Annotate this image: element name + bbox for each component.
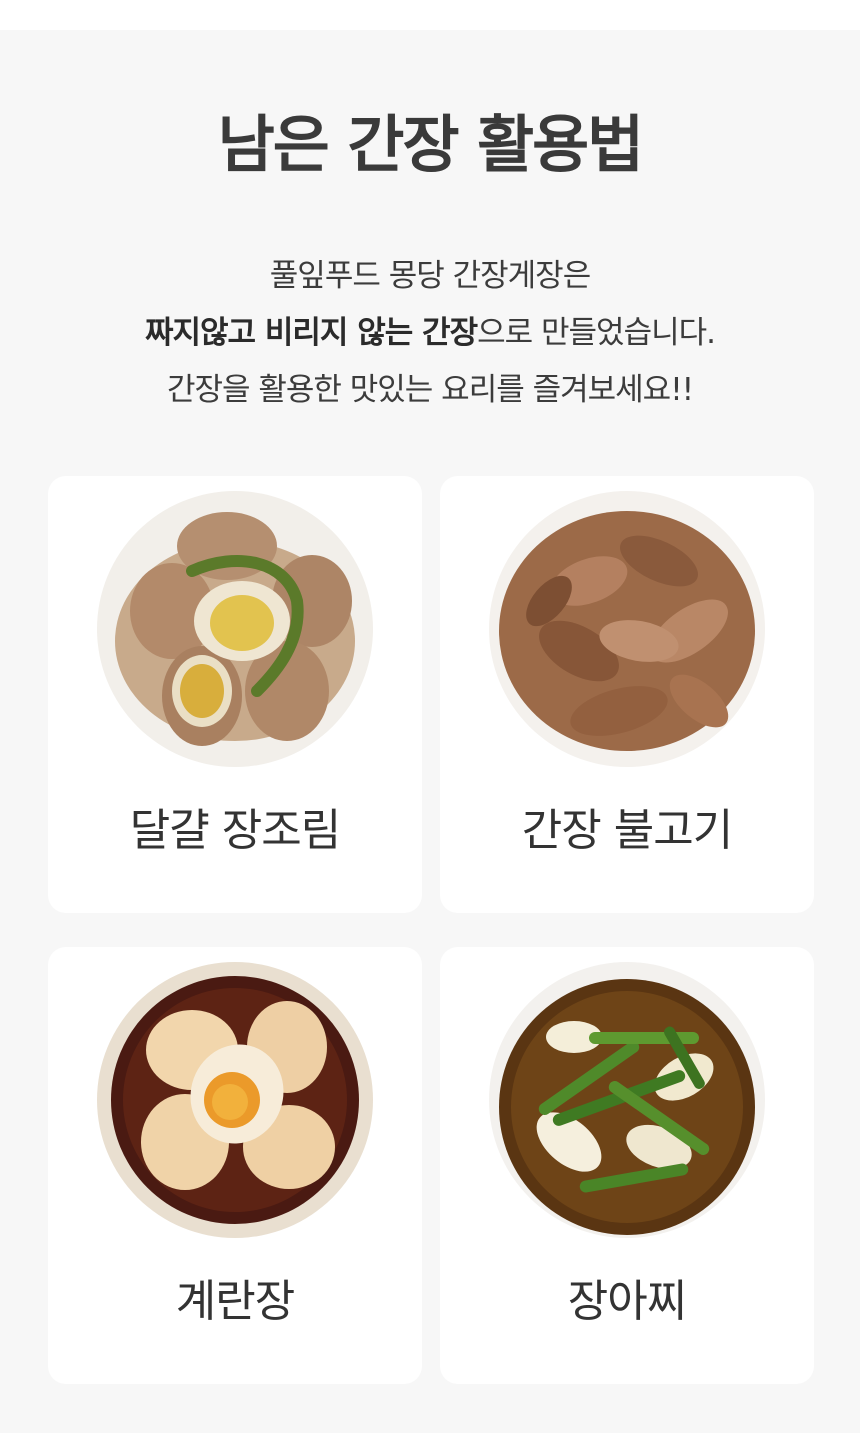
recipe-card-braised-eggs: 달걀 장조림 (48, 476, 422, 913)
intro-line-2: 짜지않고 비리지 않는 간장으로 만들었습니다. (0, 305, 860, 362)
soy-marinated-eggs-photo (97, 962, 373, 1238)
recipe-label: 계란장 (175, 1276, 295, 1327)
recipe-label: 장아찌 (567, 1276, 687, 1327)
intro-highlight: 짜지않고 비리지 않는 간장 (145, 315, 478, 351)
intro-line-3: 간장을 활용한 맛있는 요리를 즐겨보세요!! (166, 372, 694, 408)
recipe-card-soy-bulgogi: 간장 불고기 (440, 476, 814, 913)
page-title: 남은 간장 활용법 (217, 108, 644, 181)
intro-line-1: 풀잎푸드 몽당 간장게장은 (269, 258, 591, 294)
intro-text: 풀잎푸드 몽당 간장게장은 짜지않고 비리지 않는 간장으로 만들었습니다. 간… (0, 248, 860, 419)
recipe-card-soy-marinated-eggs: 계란장 (48, 947, 422, 1384)
soy-bulgogi-photo (489, 491, 765, 767)
intro-line-2-rest: 으로 만들었습니다. (477, 315, 716, 351)
recipe-label: 간장 불고기 (521, 805, 733, 856)
recipe-card-pickled-vegetables: 장아찌 (440, 947, 814, 1384)
recipe-label: 달걀 장조림 (129, 805, 341, 856)
braised-eggs-photo (97, 491, 373, 767)
pickled-vegetables-photo (489, 962, 765, 1238)
